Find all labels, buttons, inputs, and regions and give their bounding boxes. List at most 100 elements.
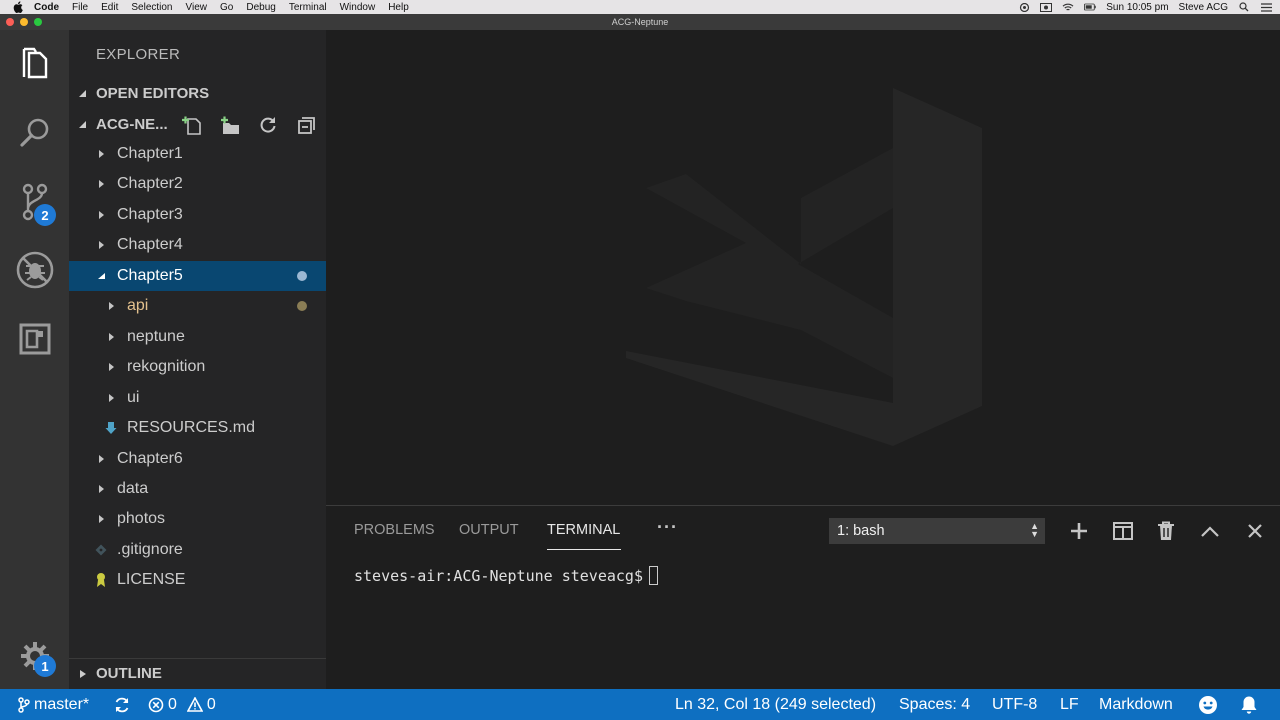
battery-icon[interactable] <box>1084 2 1097 12</box>
window-title-bar: ACG-Neptune <box>0 14 1280 30</box>
tree-item-chapter5[interactable]: Chapter5 <box>69 260 326 291</box>
tree-item-label: rekognition <box>127 358 206 376</box>
sync-button[interactable] <box>113 689 131 720</box>
new-file-button[interactable] <box>180 114 202 136</box>
tree-item-chapter4[interactable]: Chapter4 <box>69 230 326 260</box>
activity-search[interactable] <box>0 105 69 165</box>
tab-output[interactable]: OUTPUT <box>459 522 519 538</box>
close-panel-button[interactable] <box>1244 520 1266 542</box>
select-arrows-icon: ▲ ▼ <box>1030 521 1039 539</box>
menu-file[interactable]: File <box>72 2 88 13</box>
menu-view[interactable]: View <box>186 2 208 13</box>
tree-item-rekognition[interactable]: rekognition <box>69 352 326 382</box>
menu-bar-user[interactable]: Steve ACG <box>1179 2 1228 13</box>
menu-terminal[interactable]: Terminal <box>289 2 327 13</box>
window-title: ACG-Neptune <box>611 17 669 27</box>
tree-item-gitignore[interactable]: .gitignore <box>69 535 326 565</box>
collapse-folders-button[interactable] <box>296 114 318 136</box>
feedback-smiley-icon[interactable] <box>1198 689 1218 720</box>
problems-indicator[interactable]: 0 0 <box>148 689 216 720</box>
license-ribbon-icon <box>95 572 107 588</box>
tree-item-chapter2[interactable]: Chapter2 <box>69 169 326 199</box>
notifications-bell-icon[interactable] <box>1240 689 1258 720</box>
maximize-panel-button[interactable] <box>1199 520 1221 542</box>
macos-menu-bar: Code File Edit Selection View Go Debug T… <box>0 0 1280 14</box>
terminal-output[interactable]: steves-air:ACG-Neptune steveacg$ <box>354 566 658 585</box>
tab-terminal[interactable]: TERMINAL <box>547 522 620 538</box>
tree-item-chapter3[interactable]: Chapter3 <box>69 200 326 230</box>
file-encoding[interactable]: UTF-8 <box>992 689 1037 720</box>
wifi-icon[interactable] <box>1062 2 1074 12</box>
tree-item-ui[interactable]: ui <box>69 383 326 413</box>
menu-help[interactable]: Help <box>388 2 409 13</box>
apple-icon[interactable] <box>12 1 24 13</box>
tree-item-label: Chapter5 <box>117 266 183 284</box>
tree-item-chapter1[interactable]: Chapter1 <box>69 139 326 169</box>
activity-source-control[interactable]: 2 <box>0 174 69 234</box>
tree-item-label: .gitignore <box>117 540 183 558</box>
open-editors-label: OPEN EDITORS <box>96 84 210 102</box>
terminal-select[interactable]: 1: bash ▲ ▼ <box>829 518 1045 544</box>
tree-item-data[interactable]: data <box>69 474 326 504</box>
close-window-button[interactable] <box>6 18 14 26</box>
git-branch-indicator[interactable]: master* <box>18 689 89 720</box>
outline-header[interactable]: OUTLINE <box>69 658 326 688</box>
kill-terminal-button[interactable] <box>1155 520 1177 542</box>
vscode-watermark-logo <box>626 88 982 446</box>
tree-item-label: Chapter3 <box>117 205 183 223</box>
more-actions-button[interactable]: ··· <box>657 517 678 538</box>
screen-record-icon[interactable] <box>1040 2 1053 12</box>
chevron-right-icon <box>69 669 96 679</box>
new-folder-button[interactable] <box>219 114 241 136</box>
tree-item-photos[interactable]: photos <box>69 504 326 534</box>
error-count: 0 <box>168 695 177 713</box>
chevron-right-icon <box>95 484 107 494</box>
tree-item-neptune[interactable]: neptune <box>69 322 326 352</box>
chevron-right-icon <box>95 454 107 464</box>
source-control-badge: 2 <box>34 204 56 226</box>
language-mode[interactable]: Markdown <box>1099 689 1173 720</box>
activity-debug[interactable] <box>0 242 69 302</box>
tree-item-label: LICENSE <box>117 571 186 589</box>
activity-explorer[interactable] <box>0 36 69 96</box>
git-branch-icon <box>18 696 30 713</box>
airplay-icon[interactable] <box>1018 2 1030 12</box>
cursor-position[interactable]: Ln 32, Col 18 (249 selected) <box>675 689 876 720</box>
chevron-down-icon <box>69 89 96 98</box>
menu-selection[interactable]: Selection <box>131 2 172 13</box>
tree-item-chapter6[interactable]: Chapter6 <box>69 444 326 474</box>
split-terminal-button[interactable] <box>1112 520 1134 542</box>
minimize-window-button[interactable] <box>20 18 28 26</box>
menu-go[interactable]: Go <box>220 2 233 13</box>
tree-item-resources-md[interactable]: RESOURCES.md <box>69 413 326 443</box>
editor-area[interactable] <box>326 30 1280 505</box>
tree-item-label: ui <box>127 388 140 406</box>
menu-debug[interactable]: Debug <box>246 2 275 13</box>
sidebar-title: EXPLORER <box>96 46 181 63</box>
warning-count: 0 <box>206 695 216 713</box>
menu-window[interactable]: Window <box>340 2 376 13</box>
menu-bar-clock[interactable]: Sun 10:05 pm <box>1106 2 1168 13</box>
new-terminal-button[interactable] <box>1068 520 1090 542</box>
active-tab-indicator <box>547 549 621 550</box>
tree-item-api[interactable]: api <box>69 291 326 321</box>
workspace-folder-name: ACG-NE... <box>96 115 168 133</box>
tree-item-license[interactable]: LICENSE <box>69 565 326 595</box>
error-icon <box>148 697 164 713</box>
activity-extensions[interactable] <box>0 311 69 371</box>
git-file-icon <box>95 544 107 556</box>
notification-center-icon[interactable] <box>1260 2 1272 12</box>
app-menu-code[interactable]: Code <box>34 2 59 13</box>
open-editors-header[interactable]: OPEN EDITORS <box>69 78 326 108</box>
indentation-setting[interactable]: Spaces: 4 <box>899 689 970 720</box>
spotlight-search-icon[interactable] <box>1238 2 1250 12</box>
menu-edit[interactable]: Edit <box>101 2 118 13</box>
bottom-panel: PROBLEMS OUTPUT TERMINAL ··· 1: bash ▲ ▼ … <box>326 505 1280 689</box>
debug-icon <box>15 250 55 295</box>
zoom-window-button[interactable] <box>34 18 42 26</box>
tab-problems[interactable]: PROBLEMS <box>354 522 435 538</box>
end-of-line[interactable]: LF <box>1060 689 1079 720</box>
search-icon <box>18 116 52 155</box>
refresh-explorer-button[interactable] <box>257 114 279 136</box>
activity-manage[interactable]: 1 <box>0 628 69 688</box>
